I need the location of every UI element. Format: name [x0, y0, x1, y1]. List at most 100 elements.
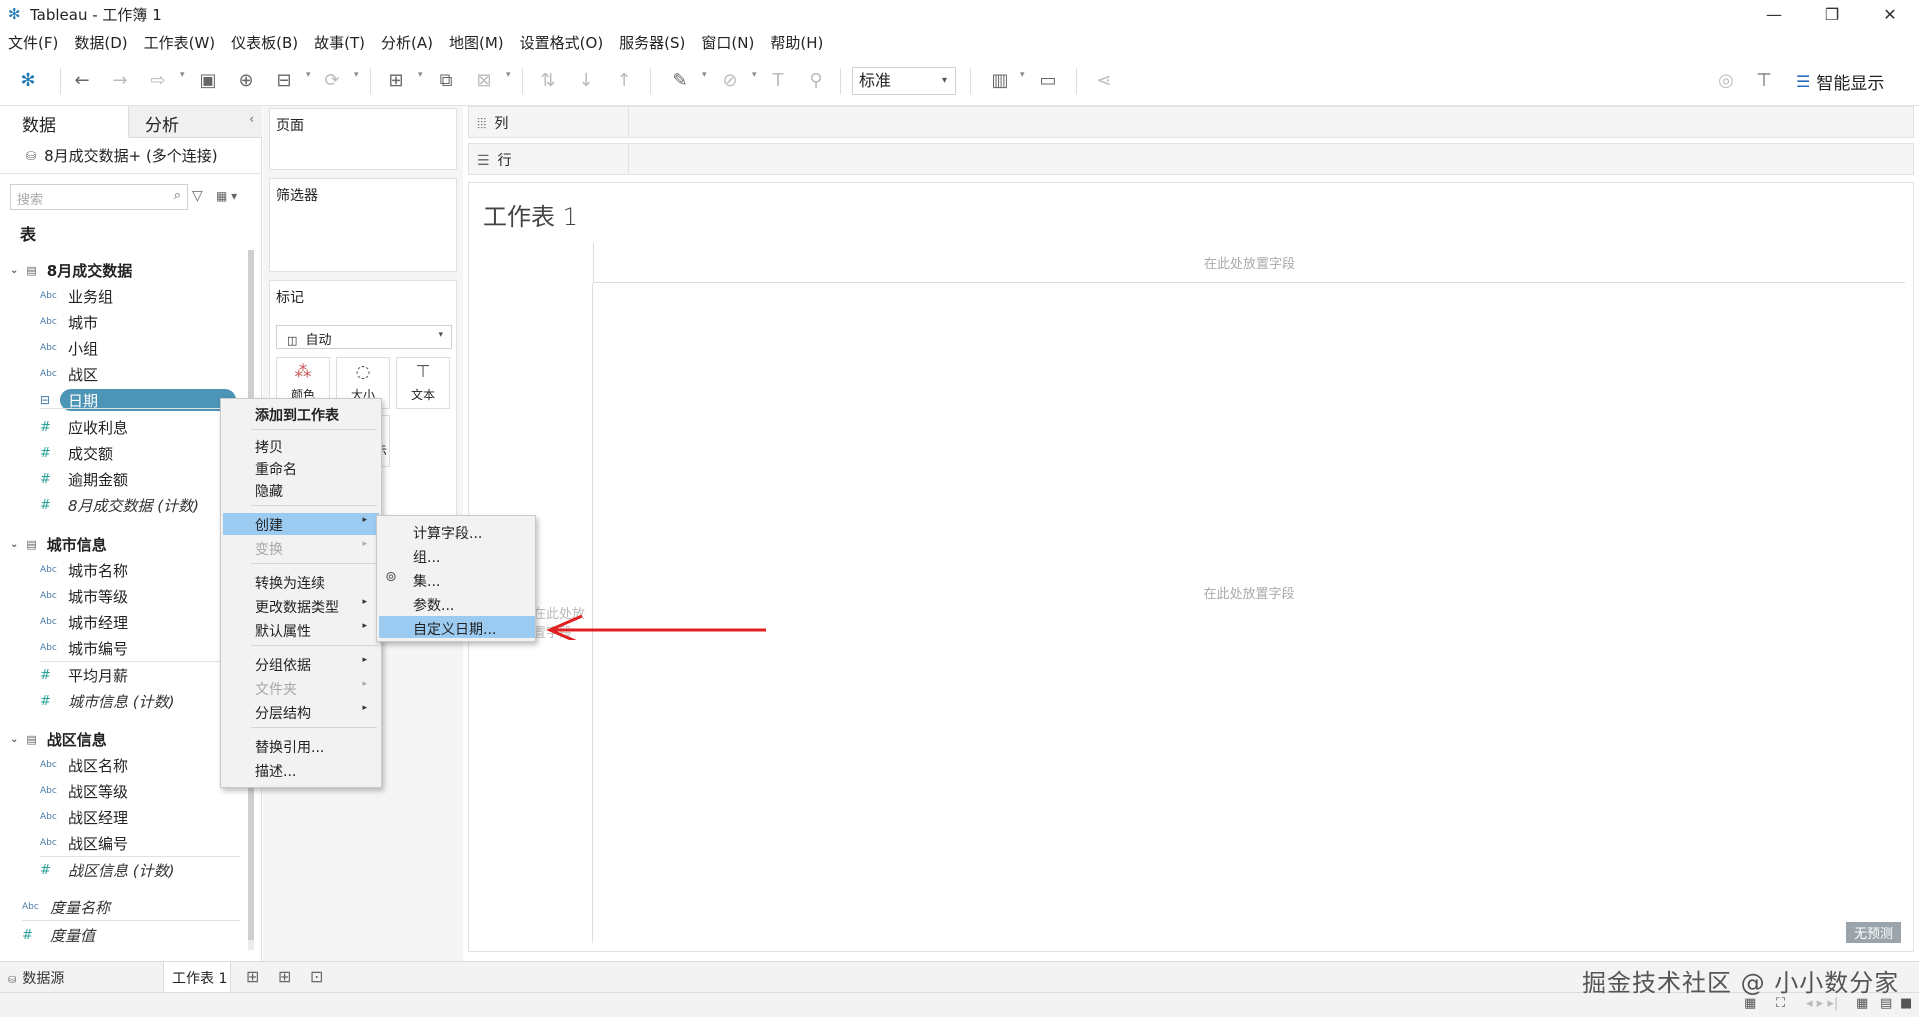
menu-server[interactable]: 服务器(S): [611, 32, 693, 53]
column-drop-zone[interactable]: 在此处放置字段: [593, 243, 1905, 283]
menu-item-folder[interactable]: 文件夹 ▸: [223, 677, 379, 699]
duplicate-sheet-icon[interactable]: ⧉: [434, 68, 458, 92]
filter-icon[interactable]: ▽: [192, 188, 203, 204]
chevron-down-icon[interactable]: ▾: [354, 70, 359, 80]
fix-axes-icon[interactable]: ⚲: [804, 68, 828, 92]
table-group-城市信息[interactable]: ⌄ ▤ 城市信息: [10, 534, 107, 555]
field-item[interactable]: #8月成交数据 (计数): [40, 494, 199, 516]
submenu-item-set[interactable]: 集...: [379, 568, 535, 590]
show-labels-icon[interactable]: T: [766, 68, 790, 92]
chevron-down-icon[interactable]: ▾: [180, 70, 185, 80]
new-dashboard-icon[interactable]: ⊞: [278, 967, 291, 986]
menu-dashboard[interactable]: 仪表板(B): [223, 32, 306, 53]
swap-icon[interactable]: ⇅: [536, 68, 560, 92]
field-item[interactable]: # 平均月薪: [40, 664, 128, 686]
save-icon[interactable]: ▣: [196, 68, 220, 92]
field-item[interactable]: Abc 城市编号: [40, 637, 128, 659]
field-item[interactable]: # 逾期金额: [40, 468, 128, 490]
table-group-8月成交数据[interactable]: ⌄ ▤ 8月成交数据: [10, 260, 132, 281]
submenu-item-custom-date[interactable]: 自定义日期...: [379, 616, 535, 638]
field-item[interactable]: Abc 战区名称: [40, 754, 128, 776]
chevron-down-icon[interactable]: ▾: [306, 70, 311, 80]
pages-shelf[interactable]: 页面: [269, 108, 457, 170]
submenu-item-parameter[interactable]: 参数...: [379, 592, 535, 614]
field-item[interactable]: Abc 业务组: [40, 285, 113, 307]
field-item[interactable]: Abc 小组: [40, 337, 98, 359]
ask-data-icon[interactable]: ◎: [1714, 68, 1738, 92]
nav-arrows-icon[interactable]: ◂ ▸ ▸|: [1806, 996, 1838, 1011]
new-datasource-icon[interactable]: ⊕: [234, 68, 258, 92]
grid-view-icon[interactable]: ▦: [1744, 996, 1756, 1011]
field-item[interactable]: Abc 城市: [40, 311, 98, 333]
measure-values-field[interactable]: # 度量值: [22, 924, 95, 946]
show-me-button[interactable]: ☰ 智能显示: [1796, 68, 1884, 94]
group-members-icon[interactable]: ⊘: [718, 68, 742, 92]
field-item[interactable]: Abc 城市等级: [40, 585, 128, 607]
menu-item-change-type[interactable]: 更改数据类型 ▸: [223, 595, 379, 617]
menu-item-replace-ref[interactable]: 替换引用...: [223, 735, 379, 757]
menu-item-describe[interactable]: 描述...: [223, 759, 379, 781]
sheet-sorter-icon[interactable]: ▦: [1856, 996, 1868, 1011]
search-input[interactable]: 搜索 ⌕: [10, 184, 188, 210]
chevron-down-icon[interactable]: ▾: [1020, 70, 1025, 80]
refresh-icon[interactable]: ⟳: [320, 68, 344, 92]
menu-item-create[interactable]: 创建 ▸: [223, 513, 379, 535]
menu-item-transform[interactable]: 变换 ▸: [223, 537, 379, 559]
sort-desc-icon[interactable]: ↑: [612, 68, 636, 92]
menu-map[interactable]: 地图(M): [441, 32, 512, 53]
field-item[interactable]: Abc 城市名称: [40, 559, 128, 581]
center-drop-zone[interactable]: 在此处放置字段: [593, 583, 1905, 602]
chevron-down-icon[interactable]: ▾: [752, 70, 757, 80]
tab-data[interactable]: 数据: [0, 106, 128, 138]
menu-file[interactable]: 文件(F): [0, 32, 66, 53]
chevron-down-icon[interactable]: ⌄: [10, 734, 18, 745]
minimize-icon[interactable]: —: [1745, 0, 1803, 28]
field-item[interactable]: # 战区信息 (计数): [40, 859, 174, 881]
marks-type-select[interactable]: ◫ 自动 ▾: [276, 325, 452, 349]
sort-asc-icon[interactable]: ↓: [574, 68, 598, 92]
menu-item-add-to-sheet[interactable]: 添加到工作表: [223, 403, 379, 425]
replay-icon[interactable]: ⇨: [146, 68, 170, 92]
redo-icon[interactable]: →: [108, 68, 132, 92]
new-story-icon[interactable]: ⊡: [310, 967, 323, 986]
tab-analysis[interactable]: 分析 ‹: [128, 106, 262, 138]
columns-shelf[interactable]: ⦙⦙⦙ 列: [468, 106, 1914, 138]
field-item[interactable]: # 应收利息: [40, 416, 128, 438]
field-item[interactable]: # 成交额: [40, 442, 113, 464]
show-cards-icon[interactable]: ▥: [988, 68, 1012, 92]
tableau-home-icon[interactable]: ✻: [16, 68, 40, 92]
menu-item-rename[interactable]: 重命名: [223, 457, 379, 479]
text-mark-button[interactable]: ⊤ 文本: [396, 357, 450, 409]
new-sheet-icon[interactable]: ⊞: [384, 68, 408, 92]
menu-window[interactable]: 窗口(N): [693, 32, 762, 53]
rows-shelf[interactable]: ☰ 行: [468, 143, 1914, 175]
submenu-item-calc-field[interactable]: 计算字段...: [379, 520, 535, 542]
collapse-icon[interactable]: ‹: [249, 112, 254, 126]
view-options-icon[interactable]: ▦ ▾: [216, 189, 237, 203]
chevron-down-icon[interactable]: ▾: [418, 70, 423, 80]
highlight-icon[interactable]: ✎: [668, 68, 692, 92]
new-worksheet-icon[interactable]: ⊞: [246, 967, 259, 986]
menu-item-hide[interactable]: 隐藏: [223, 479, 379, 501]
menu-data[interactable]: 数据(D): [66, 32, 135, 53]
menu-format[interactable]: 设置格式(O): [512, 32, 612, 53]
filters-shelf[interactable]: 筛选器: [269, 178, 457, 272]
pin-icon[interactable]: ⊤: [1752, 68, 1776, 92]
tabs-icon[interactable]: ■: [1900, 996, 1912, 1011]
field-item[interactable]: # 城市信息 (计数): [40, 690, 174, 712]
menu-item-convert-continuous[interactable]: 转换为连续: [223, 571, 379, 593]
measure-names-field[interactable]: Abc 度量名称: [22, 896, 110, 918]
datasource-tab[interactable]: ⛁ 数据源: [8, 968, 64, 988]
close-icon[interactable]: ✕: [1861, 0, 1919, 28]
sheet-title[interactable]: 工作表 1: [483, 197, 578, 232]
submenu-item-group[interactable]: 组...: [379, 544, 535, 566]
menu-story[interactable]: 故事(T): [306, 32, 373, 53]
filmstrip-icon[interactable]: ▤: [1880, 996, 1892, 1011]
field-item[interactable]: Abc 战区经理: [40, 806, 128, 828]
field-item[interactable]: Abc 战区编号: [40, 832, 128, 854]
menu-item-group-by[interactable]: 分组依据 ▸: [223, 653, 379, 675]
menu-analysis[interactable]: 分析(A): [373, 32, 441, 53]
sheet-tab[interactable]: 工作表 1: [163, 962, 231, 993]
clear-sheet-icon[interactable]: ⊠: [472, 68, 496, 92]
table-group-战区信息[interactable]: ⌄ ▤ 战区信息: [10, 729, 107, 750]
